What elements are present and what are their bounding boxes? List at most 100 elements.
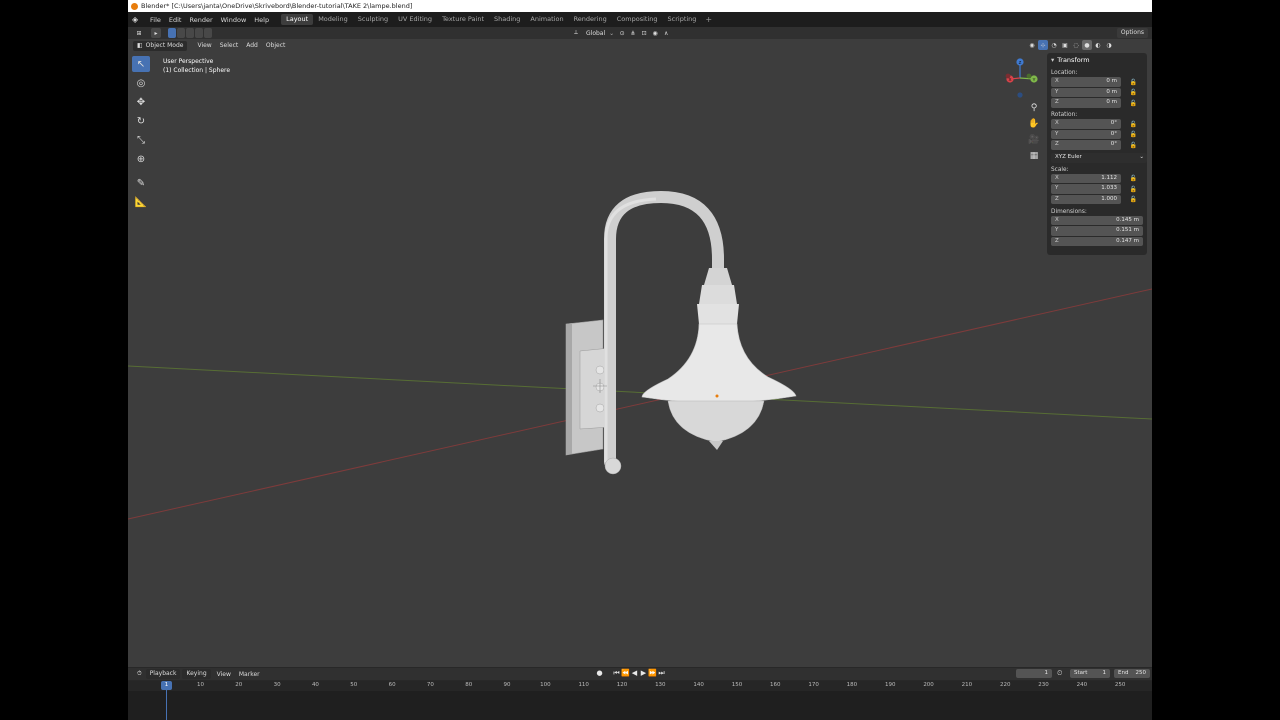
falloff-icon[interactable]: ∧ [661, 28, 671, 38]
mode-intersect-icon[interactable] [204, 28, 212, 38]
lock-icon[interactable]: 🔓 [1129, 89, 1138, 96]
scale-x-field[interactable]: X 1.112 [1051, 173, 1121, 184]
frame-ruler[interactable]: 10 20 30 40 50 60 70 80 90 100 110 120 130 140 150 160 1… [128, 681, 1152, 691]
select-box-icon[interactable]: ▸ [151, 28, 161, 38]
rendered-shading-icon[interactable]: ◑ [1104, 40, 1114, 50]
editor-type-icon[interactable]: ⏱ [133, 670, 146, 678]
play-icon[interactable]: ▶ [639, 668, 648, 678]
collapse-icon[interactable]: ▾ [1051, 56, 1054, 64]
mode-subtract-icon[interactable] [186, 28, 194, 38]
pan-hand-icon[interactable]: ✋ [1027, 117, 1041, 131]
snap-target-icon[interactable]: ⊡ [639, 28, 649, 38]
menu-timeline-view[interactable]: View [213, 671, 235, 678]
location-y-field[interactable]: Y 0 m [1051, 87, 1121, 98]
record-icon[interactable]: ● [595, 668, 604, 678]
lock-icon[interactable]: 🔓 [1129, 196, 1138, 203]
dimension-x-field[interactable]: X 0.145 m [1051, 215, 1143, 226]
tab-uv-editing[interactable]: UV Editing [393, 14, 437, 25]
menu-add[interactable]: Add [242, 42, 262, 49]
select-tool-icon[interactable]: ↖ [132, 56, 150, 72]
menu-help[interactable]: Help [250, 16, 273, 24]
proportional-edit-icon[interactable]: ◉ [650, 28, 660, 38]
tab-texture-paint[interactable]: Texture Paint [437, 14, 489, 25]
scale-y-field[interactable]: Y 1.033 [1051, 184, 1121, 194]
menu-keying[interactable]: Keying [182, 669, 211, 679]
3d-viewport[interactable]: ◧ Object Mode View Select Add Object ◉ ⊹ … [128, 39, 1152, 667]
location-x-field[interactable]: X 0 m [1051, 77, 1121, 87]
lock-icon[interactable]: 🔓 [1129, 142, 1138, 149]
lock-icon[interactable]: 🔓 [1129, 131, 1138, 138]
zoom-icon[interactable]: ⚲ [1027, 101, 1041, 115]
tab-layout[interactable]: Layout [281, 14, 314, 25]
current-frame-field[interactable]: 1 [1016, 669, 1052, 678]
jump-end-icon[interactable]: ⏭ [657, 668, 666, 678]
material-shading-icon[interactable]: ◐ [1093, 40, 1103, 50]
tab-modeling[interactable]: Modeling [313, 14, 353, 25]
cursor-tool-icon[interactable]: ◎ [132, 75, 150, 91]
add-workspace-button[interactable]: + [701, 15, 716, 24]
tab-animation[interactable]: Animation [525, 14, 568, 25]
lock-icon[interactable]: 🔓 [1129, 186, 1138, 193]
end-frame-field[interactable]: End 250 [1114, 669, 1150, 678]
next-keyframe-icon[interactable]: ⏩ [648, 668, 657, 678]
lock-icon[interactable]: 🔓 [1129, 100, 1138, 107]
xray-icon[interactable]: ▣ [1060, 40, 1070, 50]
menu-select[interactable]: Select [216, 42, 243, 49]
lock-icon[interactable]: 🔓 [1129, 121, 1138, 128]
transform-orientation-dropdown[interactable]: Global [582, 28, 609, 38]
pivot-icon[interactable]: ⊙ [617, 28, 627, 38]
dimension-y-field[interactable]: Y 0.151 m [1051, 226, 1143, 236]
options-dropdown[interactable]: Options [1116, 28, 1148, 38]
overlay-icon[interactable]: ◔ [1049, 40, 1059, 50]
mode-dropdown[interactable]: ◧ Object Mode [133, 40, 188, 51]
snap-icon[interactable]: ⋔ [628, 28, 638, 38]
lock-icon[interactable]: 🔓 [1129, 79, 1138, 86]
menu-render[interactable]: Render [185, 16, 216, 24]
lock-icon[interactable]: 🔓 [1129, 175, 1138, 182]
mode-invert-icon[interactable] [195, 28, 203, 38]
menu-window[interactable]: Window [217, 16, 251, 24]
transform-tool-icon[interactable]: ⊕ [132, 151, 150, 167]
tab-rendering[interactable]: Rendering [569, 14, 612, 25]
tab-compositing[interactable]: Compositing [612, 14, 663, 25]
rotation-x-field[interactable]: X 0° [1051, 119, 1121, 129]
rotation-z-field[interactable]: Z 0° [1051, 140, 1121, 150]
menu-view[interactable]: View [193, 42, 215, 49]
timeline-track[interactable] [128, 691, 1152, 720]
menu-edit[interactable]: Edit [165, 16, 186, 24]
preview-range-icon[interactable]: ⏲ [1057, 669, 1062, 678]
rotation-mode-dropdown[interactable]: XYZ Euler ⌄ [1051, 153, 1147, 163]
move-tool-icon[interactable]: ✥ [132, 94, 150, 110]
jump-start-icon[interactable]: ⏮ [612, 668, 621, 678]
prev-keyframe-icon[interactable]: ⏪ [621, 668, 630, 678]
location-z-field[interactable]: Z 0 m [1051, 98, 1121, 108]
solid-shading-icon[interactable]: ● [1082, 40, 1092, 50]
editor-type-icon[interactable]: ⊞ [134, 28, 144, 38]
play-reverse-icon[interactable]: ◀ [630, 668, 639, 678]
scale-z-field[interactable]: Z 1.000 [1051, 194, 1121, 205]
navigation-gizmo[interactable]: Z Y X [998, 57, 1042, 101]
menu-object[interactable]: Object [262, 42, 290, 49]
mode-extend-icon[interactable] [177, 28, 185, 38]
tab-scripting[interactable]: Scripting [663, 14, 702, 25]
gizmo-toggle-icon[interactable]: ⊹ [1038, 40, 1048, 50]
scale-tool-icon[interactable]: ⤡ [132, 132, 150, 148]
visibility-icon[interactable]: ◉ [1027, 40, 1037, 50]
blender-menu-icon[interactable]: ◈ [132, 15, 142, 24]
tab-shading[interactable]: Shading [489, 14, 525, 25]
grid-perspective-icon[interactable]: ▦ [1027, 149, 1041, 163]
mode-new-icon[interactable] [168, 28, 176, 38]
tab-sculpting[interactable]: Sculpting [353, 14, 393, 25]
measure-tool-icon[interactable]: 📐 [132, 194, 150, 210]
playhead-frame-badge[interactable]: 1 [161, 681, 172, 690]
menu-playback[interactable]: Playback [145, 669, 181, 679]
start-frame-field[interactable]: Start 1 [1070, 669, 1110, 678]
dimension-z-field[interactable]: Z 0.147 m [1051, 236, 1143, 247]
menu-file[interactable]: File [146, 16, 165, 24]
rotation-y-field[interactable]: Y 0° [1051, 129, 1121, 140]
rotate-tool-icon[interactable]: ↻ [132, 113, 150, 129]
annotate-tool-icon[interactable]: ✎ [132, 175, 150, 191]
camera-icon[interactable]: 🎥 [1027, 133, 1041, 147]
menu-marker[interactable]: Marker [235, 671, 264, 678]
wireframe-shading-icon[interactable]: ◌ [1071, 40, 1081, 50]
